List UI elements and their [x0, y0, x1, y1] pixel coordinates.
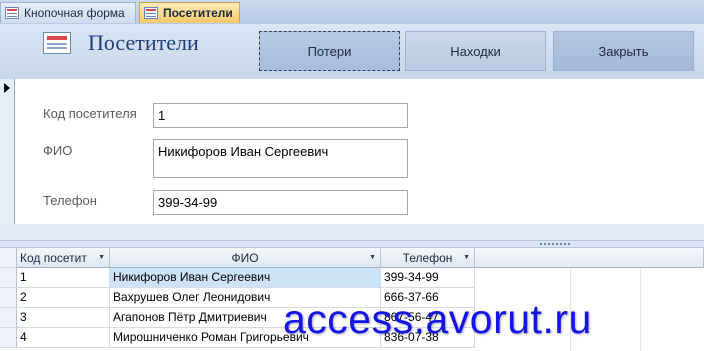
finds-button[interactable]: Находки	[405, 31, 546, 71]
form-header: Посетители Потери Находки Закрыть	[0, 24, 704, 79]
column-header-name[interactable]: ФИО ▼	[110, 248, 381, 268]
form-footer	[0, 224, 704, 240]
form-title: Посетители	[88, 30, 199, 55]
row-selector[interactable]	[0, 328, 17, 348]
table-cell[interactable]: 399-34-99	[381, 268, 475, 288]
column-header-id[interactable]: Код посетит ▼	[17, 248, 110, 268]
dropdown-arrow-icon[interactable]: ▼	[369, 254, 376, 261]
losses-button[interactable]: Потери	[259, 31, 400, 71]
column-header-phone[interactable]: Телефон ▼	[381, 248, 475, 268]
form-icon	[5, 7, 19, 19]
close-button[interactable]: Закрыть	[553, 31, 694, 71]
dropdown-arrow-icon[interactable]: ▼	[98, 254, 105, 261]
current-record-arrow-icon	[4, 83, 10, 93]
phone-label: Телефон	[43, 193, 97, 208]
tab-switchboard[interactable]: Кнопочная форма	[0, 2, 136, 23]
table-cell[interactable]: Никифоров Иван Сергеевич	[110, 268, 381, 288]
visitor-id-field[interactable]: 1	[153, 103, 408, 128]
column-header-empty	[475, 248, 704, 268]
site-watermark: access.avorut.ru	[283, 296, 592, 342]
tab-visitors[interactable]: Посетители	[139, 2, 240, 23]
table-cell[interactable]: 2	[17, 288, 110, 308]
table-cell[interactable]: 4	[17, 328, 110, 348]
splitter-grip-icon	[540, 243, 570, 247]
table-cell[interactable]: 3	[17, 308, 110, 328]
form-detail: Код посетителя 1 ФИО Никифоров Иван Серг…	[15, 79, 704, 224]
tab-label: Посетители	[163, 6, 233, 20]
column-header-label: ФИО	[231, 250, 259, 265]
form-logo-icon	[43, 32, 71, 54]
phone-field[interactable]: 399-34-99	[153, 190, 408, 215]
column-header-label: Телефон	[402, 250, 453, 265]
row-selector[interactable]	[0, 288, 17, 308]
visitor-id-label: Код посетителя	[43, 106, 137, 121]
split-form-splitter[interactable]	[0, 240, 704, 248]
row-selector[interactable]	[0, 308, 17, 328]
dropdown-arrow-icon[interactable]: ▼	[463, 254, 470, 261]
full-name-label: ФИО	[43, 143, 73, 158]
select-all-corner[interactable]	[0, 248, 17, 268]
table-cell[interactable]: 1	[17, 268, 110, 288]
record-selector[interactable]	[0, 79, 15, 224]
full-name-field[interactable]: Никифоров Иван Сергеевич	[153, 139, 408, 178]
document-tabs: Кнопочная форма Посетители	[0, 0, 704, 25]
form-icon	[144, 7, 158, 19]
tab-label: Кнопочная форма	[24, 6, 125, 20]
column-header-label: Код посетит	[20, 250, 87, 265]
row-selector[interactable]	[0, 268, 17, 288]
